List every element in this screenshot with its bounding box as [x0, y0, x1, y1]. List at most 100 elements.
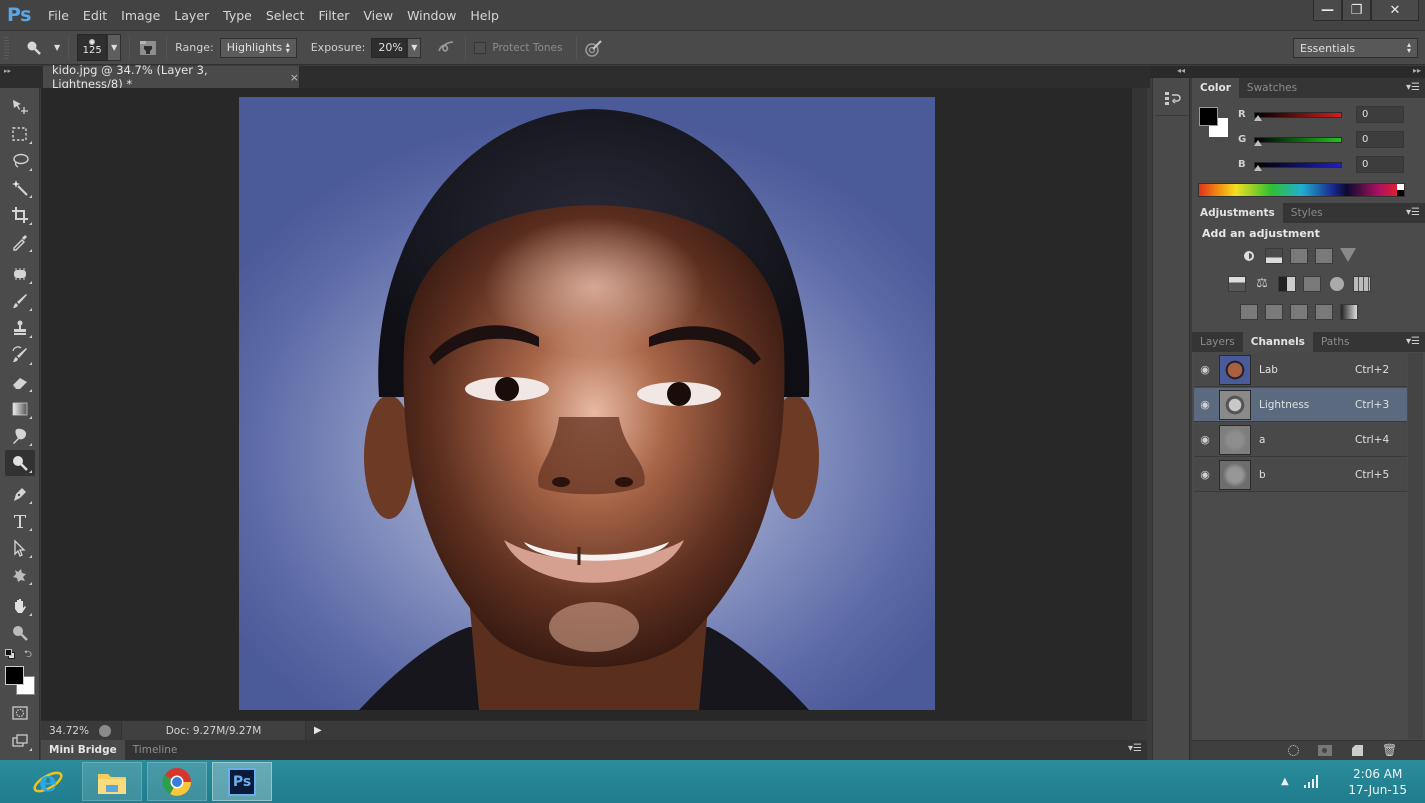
- restore-button[interactable]: ❐: [1342, 0, 1371, 21]
- color-lookup-icon[interactable]: [1353, 276, 1371, 292]
- quick-mask-button[interactable]: [5, 700, 35, 726]
- close-document-icon[interactable]: ×: [290, 71, 299, 84]
- tab-styles[interactable]: Styles: [1283, 203, 1331, 223]
- default-colors-icon[interactable]: [5, 649, 15, 659]
- menu-select[interactable]: Select: [266, 8, 317, 23]
- taskbar-file-explorer[interactable]: [82, 762, 142, 801]
- swap-colors-icon[interactable]: ⮌: [24, 647, 32, 664]
- posterize-icon[interactable]: [1265, 304, 1283, 320]
- green-value-input[interactable]: 0: [1356, 131, 1404, 148]
- tool-preset-picker[interactable]: [26, 40, 50, 56]
- channel-row-lab[interactable]: ◉ Lab Ctrl+2: [1194, 353, 1407, 387]
- panel-menu-icon[interactable]: ▾☰: [1406, 336, 1420, 347]
- brightness-contrast-icon[interactable]: [1240, 248, 1258, 264]
- menu-edit[interactable]: Edit: [83, 8, 119, 23]
- panel-menu-icon[interactable]: ▾☰: [1406, 207, 1420, 218]
- history-panel-button[interactable]: [1156, 82, 1188, 116]
- tab-paths[interactable]: Paths: [1313, 332, 1358, 352]
- options-grip[interactable]: [4, 36, 9, 59]
- tab-timeline[interactable]: Timeline: [125, 740, 186, 760]
- channel-mixer-icon[interactable]: [1328, 276, 1346, 292]
- menu-image[interactable]: Image: [121, 8, 172, 23]
- hue-saturation-icon[interactable]: [1228, 276, 1246, 292]
- move-tool[interactable]: [5, 94, 35, 120]
- gradient-tool[interactable]: [5, 396, 35, 422]
- taskbar-photoshop[interactable]: Ps: [212, 762, 272, 801]
- zoom-level[interactable]: 34.72%: [41, 725, 91, 737]
- visibility-eye-icon[interactable]: ◉: [1194, 433, 1216, 446]
- brush-size-picker[interactable]: 125: [77, 34, 108, 61]
- status-menu-arrow-icon[interactable]: ▶: [314, 725, 322, 736]
- blue-slider-thumb[interactable]: [1254, 165, 1262, 171]
- panel-menu-icon[interactable]: ▾☰: [1128, 743, 1142, 754]
- menu-window[interactable]: Window: [407, 8, 468, 23]
- load-channel-selection-icon[interactable]: [1288, 745, 1299, 756]
- vibrance-icon[interactable]: [1340, 248, 1356, 262]
- panel-menu-icon[interactable]: ▾☰: [1406, 82, 1420, 93]
- exposure-input[interactable]: 20%: [371, 37, 408, 58]
- document-tab[interactable]: kido.jpg @ 34.7% (Layer 3, Lightness/8) …: [43, 63, 300, 91]
- quick-selection-tool[interactable]: [5, 175, 35, 201]
- vertical-scrollbar[interactable]: [1132, 88, 1147, 720]
- curves-icon[interactable]: [1290, 248, 1308, 264]
- tab-channels[interactable]: Channels: [1242, 332, 1313, 352]
- tab-adjustments[interactable]: Adjustments: [1192, 203, 1283, 223]
- levels-icon[interactable]: [1265, 248, 1283, 264]
- airbrush-toggle[interactable]: [437, 40, 457, 55]
- lasso-tool[interactable]: [5, 148, 35, 174]
- green-slider[interactable]: [1254, 136, 1342, 143]
- channel-row-b[interactable]: ◉ b Ctrl+5: [1194, 458, 1407, 492]
- tab-swatches[interactable]: Swatches: [1239, 78, 1305, 98]
- system-clock[interactable]: 2:06 AM 17-Jun-15: [1348, 766, 1407, 798]
- dodge-tool[interactable]: [5, 450, 35, 476]
- tab-color[interactable]: Color: [1192, 78, 1239, 98]
- tab-layers[interactable]: Layers: [1192, 332, 1243, 352]
- custom-shape-tool[interactable]: [5, 562, 35, 588]
- history-brush-tool[interactable]: [5, 342, 35, 368]
- collapse-dock-icon[interactable]: ◂◂: [1177, 66, 1185, 75]
- tab-mini-bridge[interactable]: Mini Bridge: [41, 740, 125, 760]
- exposure-icon[interactable]: [1315, 248, 1333, 264]
- menu-filter[interactable]: Filter: [318, 8, 361, 23]
- black-white-icon[interactable]: [1278, 276, 1296, 292]
- collapse-toolbar-icon[interactable]: ▸▸: [4, 67, 11, 75]
- taskbar-internet-explorer[interactable]: e: [18, 762, 78, 801]
- selective-color-icon[interactable]: [1315, 304, 1333, 320]
- exposure-dropdown[interactable]: ▼: [407, 37, 422, 58]
- crop-tool[interactable]: [5, 202, 35, 228]
- new-channel-icon[interactable]: [1352, 745, 1363, 756]
- invert-icon[interactable]: [1240, 304, 1258, 320]
- path-selection-tool[interactable]: [5, 535, 35, 561]
- pressure-size-toggle[interactable]: [585, 39, 605, 57]
- menu-help[interactable]: Help: [470, 8, 511, 23]
- menu-view[interactable]: View: [363, 8, 405, 23]
- expand-dock-icon[interactable]: ▸▸: [1413, 66, 1421, 75]
- color-balance-icon[interactable]: ⚖: [1253, 276, 1271, 292]
- hand-tool[interactable]: [5, 593, 35, 619]
- menu-file[interactable]: File: [48, 8, 81, 23]
- channel-row-lightness[interactable]: ◉ Lightness Ctrl+3: [1194, 388, 1407, 422]
- delete-channel-icon[interactable]: 🗑: [1382, 743, 1397, 757]
- menu-layer[interactable]: Layer: [174, 8, 221, 23]
- taskbar-chrome[interactable]: [147, 762, 207, 801]
- show-hidden-icons-icon[interactable]: ▲: [1281, 776, 1289, 787]
- foreground-color-swatch[interactable]: [5, 666, 24, 685]
- save-selection-channel-icon[interactable]: [1318, 745, 1332, 756]
- marquee-tool[interactable]: [5, 121, 35, 147]
- close-button[interactable]: ✕: [1371, 0, 1419, 21]
- gradient-map-icon[interactable]: [1340, 304, 1358, 320]
- visibility-eye-icon[interactable]: ◉: [1194, 468, 1216, 481]
- minimize-button[interactable]: —: [1313, 0, 1342, 21]
- blue-value-input[interactable]: 0: [1356, 156, 1404, 173]
- eraser-tool[interactable]: [5, 369, 35, 395]
- brush-size-dropdown[interactable]: ▼: [107, 34, 122, 61]
- blur-tool[interactable]: [5, 423, 35, 449]
- red-value-input[interactable]: 0: [1356, 106, 1404, 123]
- zoom-tool[interactable]: [5, 620, 35, 646]
- workspace-switcher[interactable]: Essentials ▴ ▾: [1293, 38, 1418, 58]
- brush-panel-toggle[interactable]: [138, 39, 158, 57]
- red-slider[interactable]: [1254, 111, 1342, 118]
- channels-scrollbar[interactable]: [1408, 353, 1423, 739]
- range-select[interactable]: Highlights ▴ ▾: [219, 37, 297, 58]
- blue-slider[interactable]: [1254, 161, 1342, 168]
